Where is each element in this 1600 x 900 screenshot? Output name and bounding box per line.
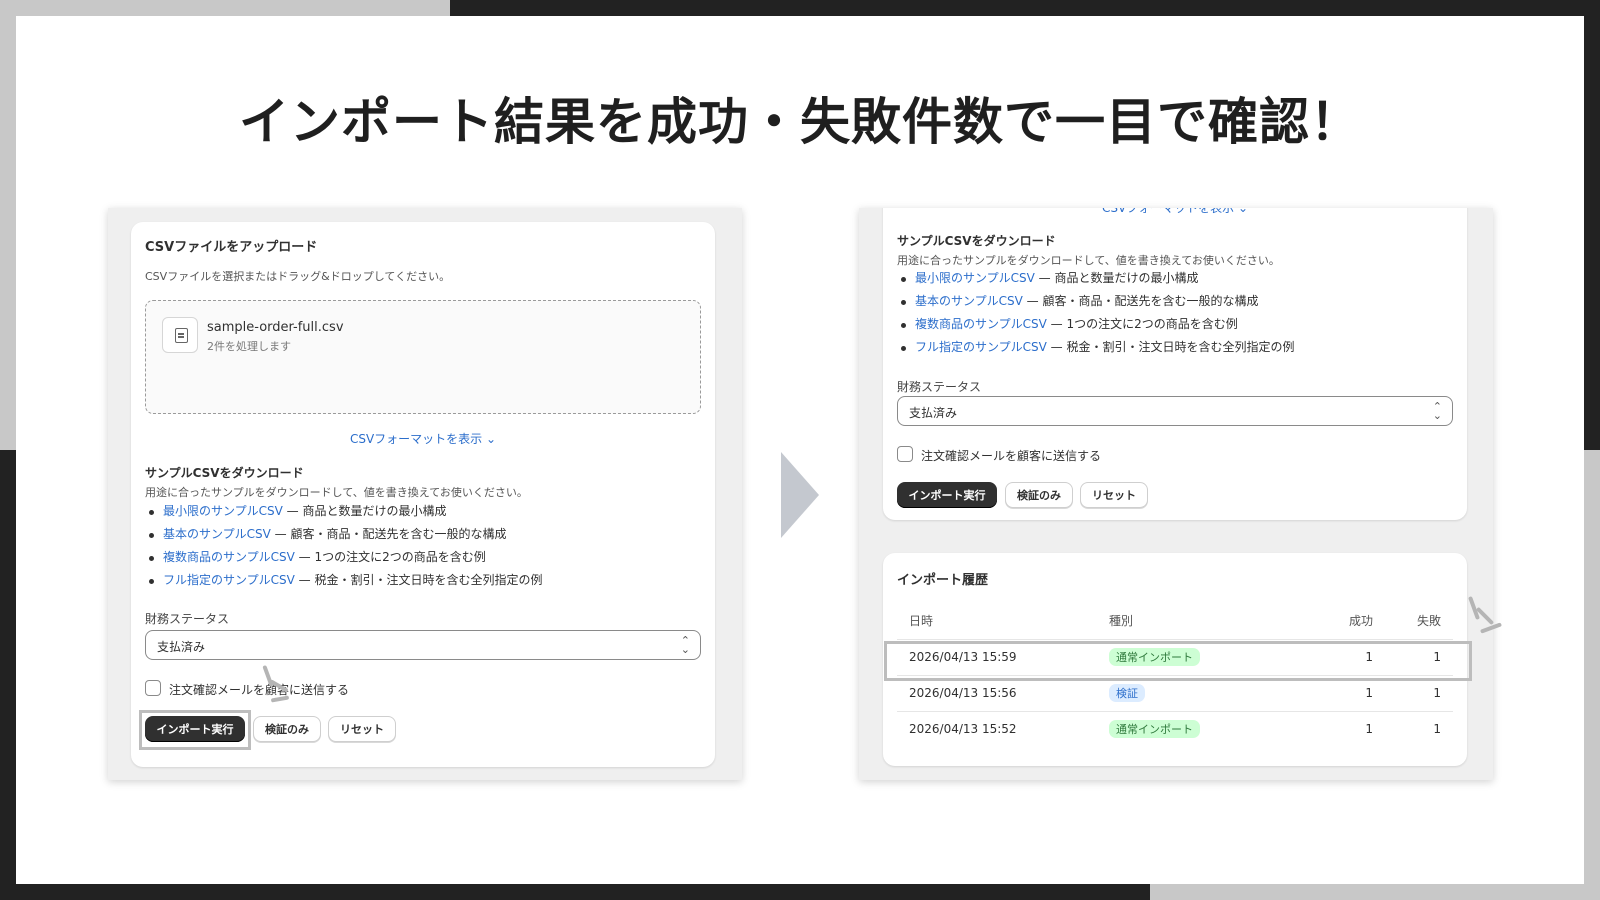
sample-desc: — 商品と数量だけの最小構成	[282, 504, 447, 518]
show-format-link[interactable]: CSVフォーマットを表示 ⌄	[131, 430, 715, 447]
list-item: 最小限のサンプルCSV — 商品と数量だけの最小構成	[145, 500, 543, 523]
list-item: フル指定のサンプルCSV — 税金・割引・注文日時を含む全列指定の例	[145, 569, 543, 592]
sample-link-basic[interactable]: 基本のサンプルCSV	[915, 294, 1023, 308]
select-value: 支払済み	[909, 406, 958, 420]
sample-description: 用途に合ったサンプルをダウンロードして、値を書き換えてお使いください。	[897, 254, 1280, 267]
headline: インポート結果を成功・失敗件数で一目で確認！	[239, 93, 1361, 151]
list-item: 基本のサンプルCSV — 顧客・商品・配送先を含む一般的な構成	[145, 523, 543, 546]
list-item: 最小限のサンプルCSV — 商品と数量だけの最小構成	[897, 267, 1295, 290]
email-checkbox-label: 注文確認メールを顧客に送信する	[921, 449, 1102, 463]
fail-count: 1	[1373, 710, 1453, 747]
type-cell: 通常インポート	[1109, 710, 1319, 747]
table-header-row: 日時 種別 成功 失敗	[897, 603, 1453, 639]
sample-desc: — 1つの注文に2つの商品を含む例	[294, 550, 486, 564]
list-item: 複数商品のサンプルCSV — 1つの注文に2つの商品を含む例	[897, 313, 1295, 336]
sample-link-multi[interactable]: 複数商品のサンプルCSV	[163, 550, 295, 564]
sample-link-minimal[interactable]: 最小限のサンプルCSV	[915, 271, 1035, 285]
financial-status-select[interactable]: 支払済み ⌃ ⌄	[897, 396, 1453, 426]
import-run-button[interactable]: インポート実行	[897, 482, 997, 508]
sample-desc: — 顧客・商品・配送先を含む一般的な構成	[1022, 294, 1259, 308]
file-icon	[162, 317, 198, 353]
status-badge: 検証	[1109, 684, 1145, 702]
upload-card: CSVファイルをアップロード CSVファイルを選択またはドラッグ&ドロップしてく…	[131, 222, 715, 767]
select-value: 支払済み	[157, 640, 206, 654]
history-title: インポート履歴	[897, 573, 989, 588]
sample-title: サンプルCSVをダウンロード	[897, 234, 1056, 248]
sample-description: 用途に合ったサンプルをダウンロードして、値を書き換えてお使いください。	[145, 486, 528, 499]
validate-only-button[interactable]: 検証のみ	[253, 716, 321, 742]
table-row[interactable]: 2026/04/13 15:52 通常インポート 1 1	[897, 710, 1453, 747]
sample-desc: — 税金・割引・注文日時を含む全列指定の例	[1046, 340, 1295, 354]
financial-status-select[interactable]: 支払済み ⌃ ⌄	[145, 630, 701, 660]
column-header: 種別	[1109, 614, 1134, 629]
sample-link-minimal[interactable]: 最小限のサンプルCSV	[163, 504, 283, 518]
sample-title: サンプルCSVをダウンロード	[145, 466, 304, 480]
file-name: sample-order-full.csv	[207, 320, 344, 335]
arrow-right-icon	[781, 452, 819, 538]
column-header: 成功	[1348, 614, 1373, 629]
sample-link-basic[interactable]: 基本のサンプルCSV	[163, 527, 271, 541]
validate-only-button[interactable]: 検証のみ	[1005, 482, 1073, 508]
financial-status-label: 財務ステータス	[897, 380, 982, 394]
email-checkbox[interactable]	[897, 446, 913, 462]
email-checkbox-label: 注文確認メールを顧客に送信する	[169, 683, 350, 697]
financial-status-label: 財務ステータス	[145, 612, 230, 626]
column-header: 日時	[909, 614, 934, 629]
status-badge: 通常インポート	[1109, 720, 1200, 739]
sample-link-full[interactable]: フル指定のサンプルCSV	[163, 573, 295, 587]
sample-list: 最小限のサンプルCSV — 商品と数量だけの最小構成 基本のサンプルCSV — …	[145, 500, 543, 592]
upload-title: CSVファイルをアップロード	[145, 240, 318, 255]
sample-desc: — 税金・割引・注文日時を含む全列指定の例	[294, 573, 543, 587]
highlight-box	[139, 710, 251, 750]
list-item: フル指定のサンプルCSV — 税金・割引・注文日時を含む全列指定の例	[897, 336, 1295, 359]
select-chevron-icon: ⌃ ⌄	[680, 634, 690, 656]
screenshot-after: CSVフォーマットを表示 ⌄ サンプルCSVをダウンロード 用途に合ったサンプル…	[859, 208, 1493, 780]
file-count: 2件を処理します	[207, 340, 291, 353]
success-count: 1	[1319, 710, 1373, 747]
reset-button[interactable]: リセット	[1080, 482, 1148, 508]
sample-link-multi[interactable]: 複数商品のサンプルCSV	[915, 317, 1047, 331]
list-item: 複数商品のサンプルCSV — 1つの注文に2つの商品を含む例	[145, 546, 543, 569]
sample-desc: — 商品と数量だけの最小構成	[1034, 271, 1199, 285]
reset-button[interactable]: リセット	[328, 716, 396, 742]
sample-desc: — 顧客・商品・配送先を含む一般的な構成	[270, 527, 507, 541]
upload-description: CSVファイルを選択またはドラッグ&ドロップしてください。	[145, 270, 451, 283]
csv-dropzone[interactable]: sample-order-full.csv 2件を処理します	[145, 300, 701, 414]
list-item: 基本のサンプルCSV — 顧客・商品・配送先を含む一般的な構成	[897, 290, 1295, 313]
sample-link-full[interactable]: フル指定のサンプルCSV	[915, 340, 1047, 354]
settings-card: CSVフォーマットを表示 ⌄ サンプルCSVをダウンロード 用途に合ったサンプル…	[883, 208, 1467, 520]
show-format-link[interactable]: CSVフォーマットを表示 ⌄	[883, 208, 1467, 216]
date-cell: 2026/04/13 15:52	[897, 710, 1109, 747]
highlight-box	[884, 641, 1472, 681]
sample-list: 最小限のサンプルCSV — 商品と数量だけの最小構成 基本のサンプルCSV — …	[897, 267, 1295, 359]
column-header: 失敗	[1416, 614, 1441, 629]
email-checkbox[interactable]	[145, 680, 161, 696]
sample-desc: — 1つの注文に2つの商品を含む例	[1046, 317, 1238, 331]
select-chevron-icon: ⌃ ⌄	[1432, 400, 1442, 422]
screenshot-before: CSVファイルをアップロード CSVファイルを選択またはドラッグ&ドロップしてく…	[108, 208, 742, 780]
